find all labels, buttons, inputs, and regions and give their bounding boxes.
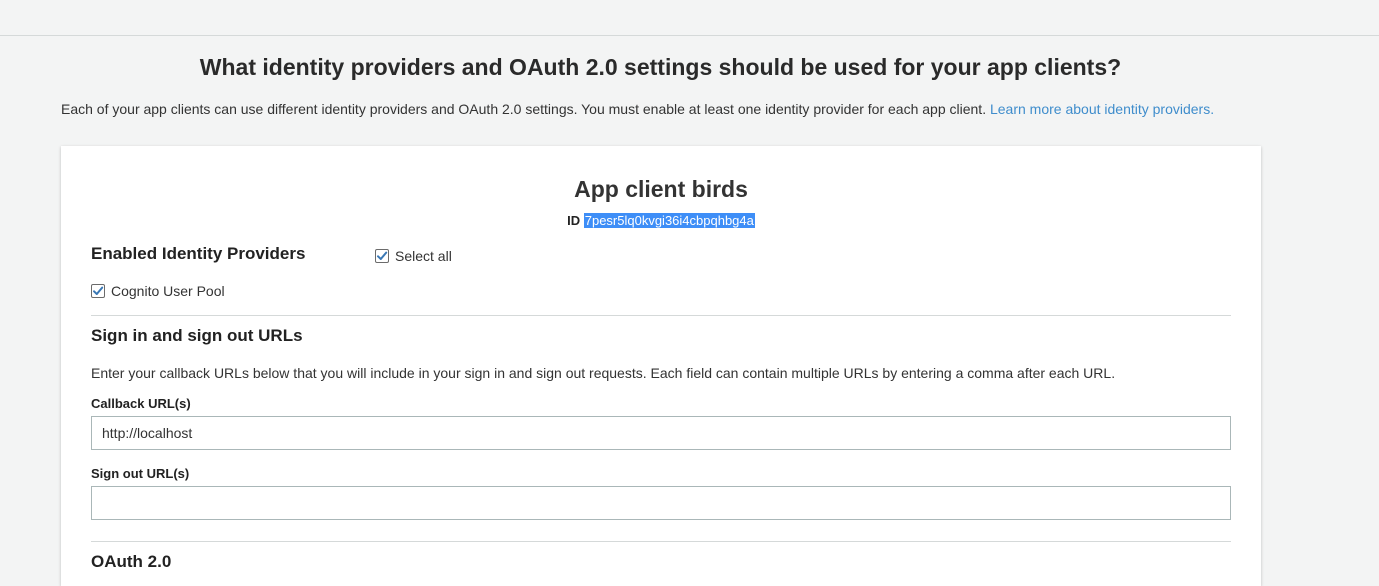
signout-urls-label: Sign out URL(s) xyxy=(91,466,190,481)
cognito-user-pool-label: Cognito User Pool xyxy=(111,283,225,299)
app-client-id-label: ID xyxy=(567,213,581,228)
divider xyxy=(91,541,1231,542)
app-client-card: App client birds ID 7pesr5lq0kvgi36i4cbp… xyxy=(61,146,1261,586)
signout-urls-input[interactable] xyxy=(91,486,1231,520)
page-description: Each of your app clients can use differe… xyxy=(61,101,1214,117)
divider xyxy=(91,315,1231,316)
page-description-text: Each of your app clients can use differe… xyxy=(61,101,987,117)
select-all-check-icon[interactable] xyxy=(375,249,389,263)
identity-providers-title: Enabled Identity Providers xyxy=(91,244,306,263)
top-bar xyxy=(0,0,1379,36)
app-client-name: App client birds xyxy=(574,176,748,202)
app-client-id-row: ID 7pesr5lq0kvgi36i4cbpqhbg4a xyxy=(61,213,1261,228)
learn-more-link[interactable]: Learn more about identity providers. xyxy=(990,101,1214,117)
oauth-section-title: OAuth 2.0 xyxy=(91,552,172,571)
urls-section-title: Sign in and sign out URLs xyxy=(91,326,303,345)
select-all-label: Select all xyxy=(395,248,452,264)
select-all-checkbox[interactable]: Select all xyxy=(375,248,452,264)
callback-urls-input[interactable] xyxy=(91,416,1231,450)
urls-help-text: Enter your callback URLs below that you … xyxy=(91,365,1116,381)
page-title: What identity providers and OAuth 2.0 se… xyxy=(199,54,1122,80)
cognito-user-pool-checkbox[interactable]: Cognito User Pool xyxy=(91,283,225,299)
callback-urls-label: Callback URL(s) xyxy=(91,396,191,411)
cognito-user-pool-check-icon[interactable] xyxy=(91,284,105,298)
app-client-id-value[interactable]: 7pesr5lq0kvgi36i4cbpqhbg4a xyxy=(583,213,755,228)
